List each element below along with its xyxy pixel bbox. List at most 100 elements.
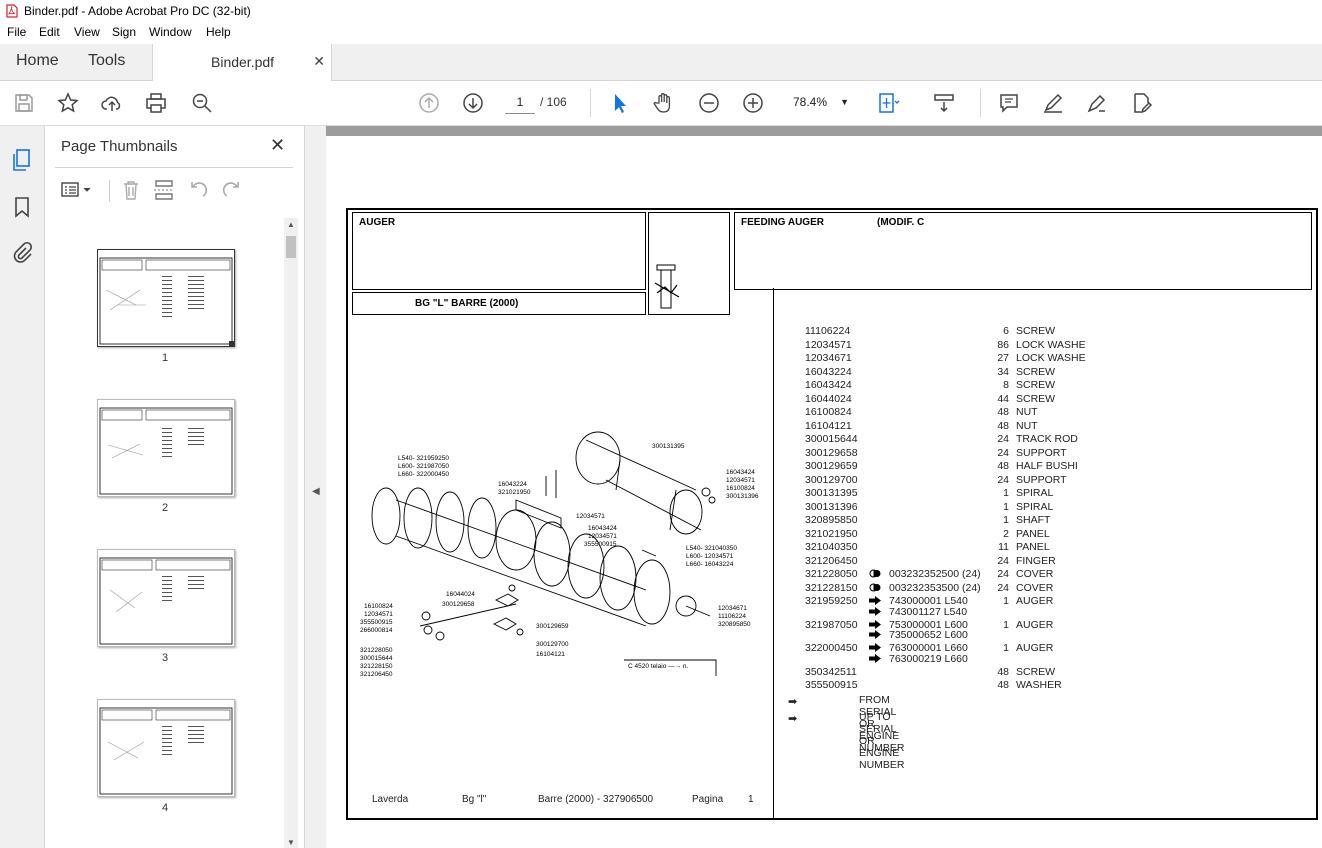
highlight-pen-icon[interactable] [1041, 91, 1065, 115]
diagram-label: 321228150 [360, 663, 393, 670]
document-view[interactable]: AUGER BG "L" BARRE (2000) FEEDING AUGER … [326, 126, 1322, 848]
menu-sign[interactable]: Sign [112, 25, 136, 39]
rotate-left-icon[interactable] [187, 179, 209, 201]
bookmark-star-icon[interactable] [56, 91, 80, 115]
hand-tool-icon[interactable] [652, 91, 676, 115]
part-code: 300129658 [805, 446, 858, 459]
part-quantity: 24 [997, 473, 1009, 486]
tab-tools[interactable]: Tools [88, 52, 125, 70]
menu-window[interactable]: Window [149, 25, 192, 39]
thumbnail-page-1[interactable] [97, 249, 235, 347]
diagram-label: 16044024 [446, 591, 475, 598]
parts-row: 11106224 6 SCREW [805, 325, 1135, 339]
collapse-panel-icon[interactable]: ◀ [312, 486, 320, 497]
diagram-label: 300015644 [360, 655, 393, 662]
thumbnail-page-2[interactable] [97, 399, 235, 497]
diagram-label: 355500915 [584, 541, 617, 548]
select-cursor-icon[interactable] [608, 91, 632, 115]
footer-series: Barre (2000) - 327906500 [538, 794, 654, 805]
acrobat-icon [6, 4, 18, 18]
menu-bar: File Edit View Sign Window Help [0, 22, 1322, 44]
parts-row: 355500915 48 WASHER [805, 679, 1135, 693]
toolbar-divider [590, 89, 591, 117]
part-description: WASHER [1016, 679, 1062, 691]
parts-row: 321021950 2 PANEL [805, 528, 1135, 542]
thumbnails-scrollbar[interactable]: ▲ ▼ [284, 218, 298, 848]
parts-row: 321228050 003232352500 (24) 24 COVER [805, 568, 1135, 582]
part-reference: 743001127 L540 [889, 605, 968, 618]
previous-page-icon[interactable] [417, 91, 441, 115]
page-thumbnails-icon[interactable] [11, 148, 33, 172]
delete-page-icon[interactable] [121, 179, 141, 201]
interchangeable-icon [869, 569, 881, 578]
parts-row: 300015644 24 TRACK ROD [805, 433, 1135, 447]
upload-cloud-icon[interactable] [100, 91, 124, 115]
part-quantity: 24 [997, 554, 1009, 567]
part-quantity: 24 [997, 446, 1009, 459]
next-page-icon[interactable] [461, 91, 485, 115]
diagram-label: 16104121 [536, 651, 565, 658]
rotate-right-icon[interactable] [221, 179, 243, 201]
left-rail [0, 126, 45, 848]
diagram-label: 12034571 [588, 533, 617, 540]
thumbnail-number: 2 [161, 502, 169, 514]
print-icon[interactable] [144, 91, 168, 115]
attachment-icon[interactable] [11, 240, 33, 264]
part-quantity: 48 [997, 679, 1009, 691]
tab-home[interactable]: Home [16, 52, 59, 70]
thumbnail-page-4[interactable] [97, 699, 235, 797]
part-quantity: 6 [1003, 325, 1009, 337]
close-panel-icon[interactable]: ✕ [270, 135, 285, 156]
part-description: HALF BUSHI [1016, 460, 1078, 472]
part-description: COVER [1016, 581, 1054, 594]
thumbnail-preview [99, 707, 233, 795]
menu-view[interactable]: View [74, 25, 100, 39]
diagram-label: 355500915 [360, 619, 393, 626]
save-icon[interactable] [12, 91, 36, 115]
part-description: SPIRAL [1016, 487, 1054, 499]
page-number-input[interactable]: 1 [505, 91, 535, 114]
scroll-mode-icon[interactable] [932, 91, 956, 115]
zoom-in-icon[interactable] [741, 91, 765, 115]
menu-edit[interactable]: Edit [39, 25, 60, 39]
zoom-search-icon[interactable] [190, 91, 214, 115]
comment-icon[interactable] [997, 91, 1021, 115]
fit-page-icon[interactable] [876, 91, 900, 115]
part-code: 355500915 [805, 679, 858, 691]
part-code: 300129700 [805, 473, 858, 486]
panel-splitter[interactable]: ◀ [304, 126, 327, 848]
menu-file[interactable]: File [7, 25, 26, 39]
edit-pdf-icon[interactable] [1129, 91, 1153, 115]
parts-row: 321959250 743000001 L540 1 AUGER [805, 595, 1135, 607]
diagram-label: L600- 12034571 [686, 553, 734, 560]
parts-row: 16043224 34 SCREW [805, 366, 1135, 380]
part-code: 300131396 [805, 500, 858, 513]
part-reference: 003232353500 (24) [889, 581, 981, 594]
thumbnail-options-icon[interactable] [61, 180, 93, 200]
tab-document[interactable]: Binder.pdf ✕ [152, 44, 332, 81]
scroll-down-icon[interactable]: ▼ [287, 838, 295, 847]
scrollbar-thumb[interactable] [286, 236, 296, 258]
parts-list: 11106224 6 SCREW 12034571 86 LOCK WASHE 120346… [805, 325, 1135, 693]
toolbar-divider [980, 89, 981, 117]
bookmark-icon[interactable] [13, 196, 31, 218]
zoom-out-icon[interactable] [697, 91, 721, 115]
part-quantity: 24 [997, 568, 1009, 580]
section-symbol-icon [654, 264, 680, 309]
parts-row: 300131396 1 SPIRAL [805, 501, 1135, 515]
part-code: 321021950 [805, 527, 858, 540]
extract-page-icon[interactable] [153, 179, 175, 201]
parts-row: 321987050 753000001 L600 1 AUGER [805, 619, 1135, 631]
part-code: 12034671 [805, 352, 852, 364]
toolbar-divider [109, 180, 110, 202]
scroll-up-icon[interactable]: ▲ [287, 220, 295, 229]
parts-row: 16043424 8 SCREW [805, 379, 1135, 393]
menu-help[interactable]: Help [206, 25, 231, 39]
thumbnail-page-3[interactable] [97, 549, 235, 647]
close-tab-icon[interactable]: ✕ [313, 53, 325, 70]
fill-sign-icon[interactable] [1085, 91, 1109, 115]
chevron-down-icon: ▼ [840, 97, 849, 107]
part-quantity: 24 [997, 433, 1009, 445]
zoom-level-dropdown[interactable]: 78.4% ▼ [783, 91, 853, 113]
part-code: 321228050 [805, 568, 858, 580]
